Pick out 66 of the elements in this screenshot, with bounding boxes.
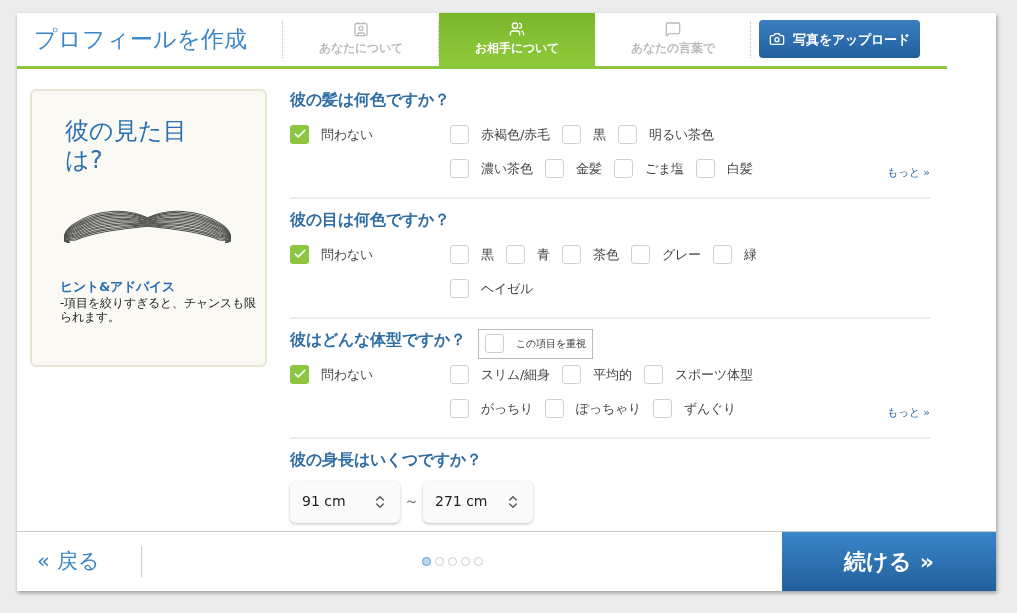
checkbox[interactable] bbox=[562, 124, 582, 144]
checkbox[interactable] bbox=[696, 158, 715, 178]
option-label: 茶色 bbox=[593, 245, 619, 264]
option-label: スポーツ体型 bbox=[675, 365, 754, 384]
priority-toggle[interactable]: この項目を重視 bbox=[478, 328, 593, 359]
option-label: スリム/細身 bbox=[481, 365, 551, 384]
more-link[interactable]: もっと » bbox=[886, 165, 930, 182]
checkbox[interactable] bbox=[713, 244, 732, 264]
option-label: 平均的 bbox=[593, 365, 633, 384]
option-label: ヘイゼル bbox=[481, 279, 533, 298]
option-label: 問わない bbox=[321, 245, 373, 264]
question-title: 彼の目は何色ですか？ bbox=[290, 208, 450, 231]
checkbox[interactable] bbox=[506, 244, 525, 264]
option-label: 明るい茶色 bbox=[649, 125, 715, 144]
page-title: プロフィールを作成 bbox=[34, 25, 247, 54]
checkbox[interactable] bbox=[631, 244, 650, 264]
option-label: 金髪 bbox=[576, 159, 602, 178]
question-title: 彼の髪は何色ですか？ bbox=[290, 88, 450, 111]
hint-title: ヒント&アドバイス bbox=[60, 277, 177, 296]
option-label: 白髪 bbox=[727, 159, 753, 178]
back-link[interactable]: « 戻る bbox=[37, 545, 100, 577]
checkbox[interactable] bbox=[653, 398, 672, 418]
checkbox[interactable] bbox=[618, 124, 638, 144]
question-title: 彼はどんな体型ですか？ bbox=[290, 328, 466, 351]
panel-heading: 彼の見た目は? bbox=[65, 116, 188, 175]
height-select[interactable]: 91 cm bbox=[290, 480, 400, 523]
contact-card-icon bbox=[352, 21, 369, 38]
range-separator: ～ bbox=[404, 491, 419, 513]
option-label: 黒 bbox=[593, 125, 607, 144]
option-label: 黒 bbox=[481, 245, 494, 264]
option-label: 問わない bbox=[321, 125, 373, 144]
more-link[interactable]: もっと » bbox=[886, 405, 930, 422]
checkbox[interactable] bbox=[545, 158, 564, 178]
hint-text: -項目を絞りすぎると、チャンスも限られます。 bbox=[60, 296, 258, 324]
option-label: ごま塩 bbox=[645, 159, 684, 178]
option-label: ずんぐり bbox=[684, 399, 736, 418]
checkbox[interactable] bbox=[614, 158, 633, 178]
option-label: ぽっちゃり bbox=[576, 399, 641, 418]
checkbox[interactable] bbox=[450, 244, 469, 264]
upload-photo-button[interactable]: 写真をアップロード bbox=[759, 20, 920, 59]
checkbox[interactable] bbox=[450, 278, 469, 298]
checkbox[interactable] bbox=[450, 158, 469, 178]
speech-bubble-icon bbox=[664, 21, 681, 38]
height-select[interactable]: 271 cm bbox=[423, 480, 533, 523]
option-label: 濃い茶色 bbox=[481, 159, 533, 178]
camera-icon bbox=[769, 31, 785, 48]
checkbox[interactable] bbox=[562, 244, 581, 264]
checkbox[interactable] bbox=[290, 244, 309, 264]
people-icon bbox=[509, 21, 525, 38]
option-label: 緑 bbox=[744, 245, 757, 264]
checkbox[interactable] bbox=[290, 364, 309, 384]
option-label: 赤褐色/赤毛 bbox=[481, 125, 551, 144]
continue-button[interactable]: 続ける » bbox=[782, 531, 996, 591]
checkbox[interactable] bbox=[562, 364, 582, 384]
question-title: 彼の身長はいくつですか？ bbox=[290, 448, 482, 471]
option-label: 問わない bbox=[321, 365, 373, 384]
checkbox[interactable] bbox=[450, 124, 469, 144]
option-label: 青 bbox=[537, 245, 550, 264]
option-label: グレー bbox=[662, 245, 701, 264]
checkbox[interactable] bbox=[450, 364, 469, 384]
checkbox[interactable] bbox=[545, 398, 564, 418]
checkbox[interactable] bbox=[290, 124, 309, 144]
checkbox[interactable] bbox=[644, 364, 664, 384]
option-label: がっちり bbox=[481, 399, 533, 418]
checkbox[interactable] bbox=[485, 334, 504, 353]
checkbox[interactable] bbox=[450, 398, 469, 418]
